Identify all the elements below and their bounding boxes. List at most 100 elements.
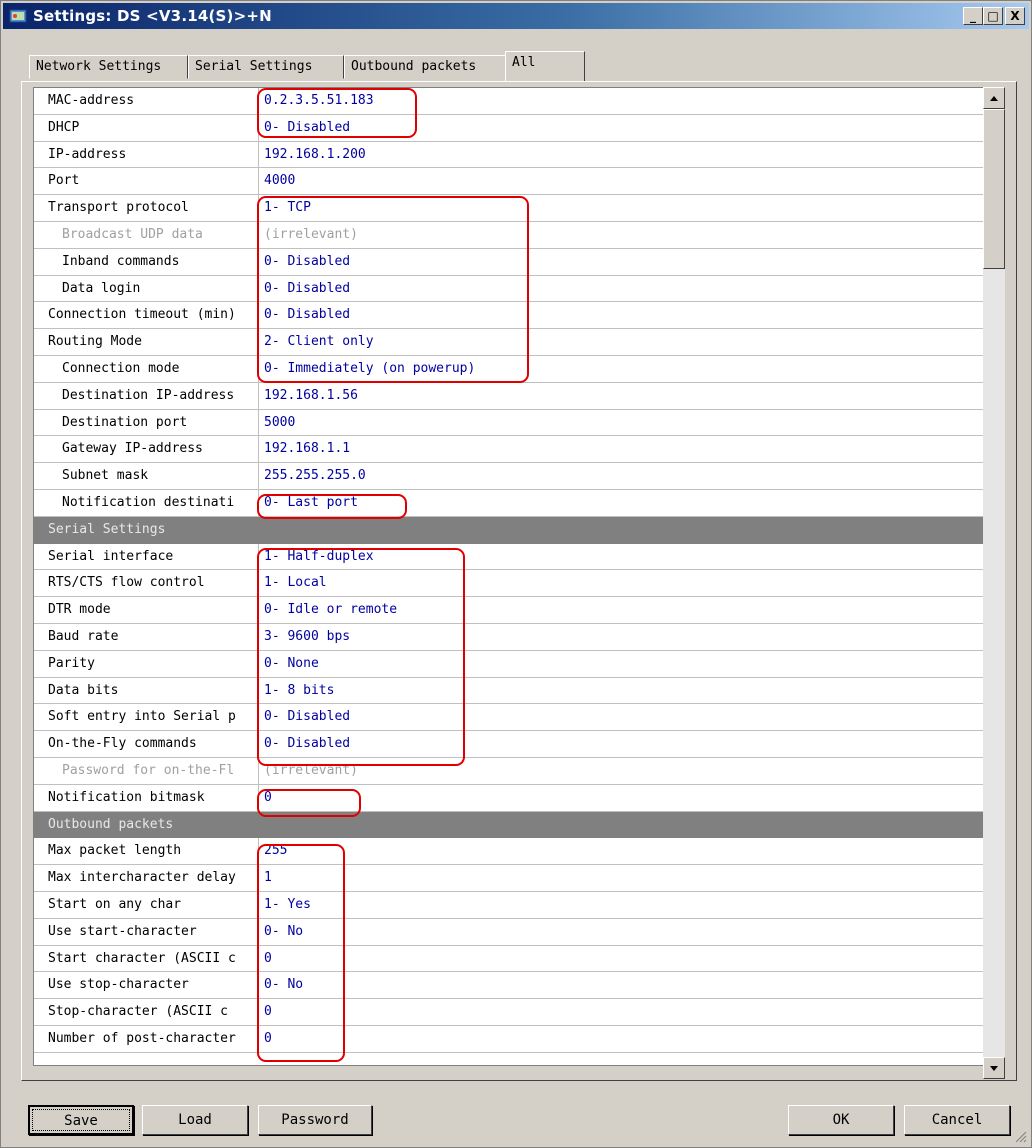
setting-row[interactable]: Start character (ASCII c0 xyxy=(34,945,984,973)
setting-row[interactable]: Notification bitmask 0 xyxy=(34,784,984,812)
save-button[interactable]: Save xyxy=(28,1105,134,1135)
setting-label: Soft entry into Serial p xyxy=(34,704,259,731)
setting-label: Number of post-character xyxy=(34,1025,259,1052)
setting-row[interactable]: Number of post-character 0 xyxy=(34,1025,984,1053)
settings-window: Settings: DS <V3.14(S)>+N _ □ X Network … xyxy=(0,0,1032,1148)
resize-grip-icon[interactable] xyxy=(1013,1129,1027,1143)
setting-row[interactable]: Destination IP-address 192.168.1.56 xyxy=(34,382,984,410)
setting-row[interactable]: Max intercharacter delay 1 xyxy=(34,865,984,892)
setting-value[interactable]: 0- Idle or remote xyxy=(260,597,984,623)
tab-all[interactable]: All xyxy=(505,51,585,81)
setting-label: DTR mode xyxy=(34,597,259,623)
setting-row[interactable]: Serial interface 1- Half-duplex xyxy=(34,543,984,571)
vertical-scrollbar[interactable] xyxy=(983,87,1005,1079)
setting-value[interactable]: 0- Last port xyxy=(260,490,984,516)
setting-value[interactable]: 1- 8 bits xyxy=(260,678,984,704)
setting-label: Notification destinati xyxy=(34,489,259,516)
setting-row[interactable]: On-the-Fly commands 0- Disabled xyxy=(34,731,984,758)
setting-row[interactable]: DHCP 0- Disabled xyxy=(34,114,984,142)
setting-value[interactable]: 0 xyxy=(260,946,984,972)
ok-button[interactable]: OK xyxy=(788,1105,894,1135)
setting-value[interactable]: 1- Yes xyxy=(260,892,984,918)
setting-row[interactable]: Data login 0- Disabled xyxy=(34,275,984,303)
minimize-button[interactable]: _ xyxy=(963,7,983,25)
maximize-button[interactable]: □ xyxy=(983,7,1003,25)
setting-row[interactable]: Password for on-the-Fl (irrelevant) xyxy=(34,757,984,785)
setting-value[interactable]: 0 xyxy=(260,999,984,1025)
setting-row[interactable]: RTS/CTS flow control 1- Local xyxy=(34,570,984,598)
cancel-button[interactable]: Cancel xyxy=(904,1105,1010,1135)
setting-label: Stop-character (ASCII c xyxy=(34,999,259,1025)
setting-value[interactable]: 255 xyxy=(260,838,984,864)
setting-value[interactable]: 0 xyxy=(260,785,984,811)
setting-value[interactable]: 0- None xyxy=(260,651,984,677)
setting-label: Subnet mask xyxy=(34,463,259,489)
setting-value[interactable]: 0- Disabled xyxy=(260,302,984,328)
setting-row[interactable]: Broadcast UDP data (irrelevant) xyxy=(34,221,984,249)
window-title: Settings: DS <V3.14(S)>+N xyxy=(33,7,272,25)
setting-value[interactable]: 0- Immediately (on powerup) xyxy=(260,356,984,382)
setting-value[interactable]: 192.168.1.1 xyxy=(260,436,984,462)
setting-value[interactable]: 0.2.3.5.51.183 xyxy=(260,88,984,114)
setting-value[interactable]: 0- No xyxy=(260,972,984,998)
setting-label: Max intercharacter delay xyxy=(34,865,259,891)
tab-outbound-packets[interactable]: Outbound packets xyxy=(344,55,507,79)
setting-value[interactable]: 192.168.1.200 xyxy=(260,142,984,168)
setting-row[interactable]: Transport protocol 1- TCP xyxy=(34,195,984,222)
setting-label: Gateway IP-address xyxy=(34,436,259,463)
tab-network-settings[interactable]: Network Settings xyxy=(29,55,188,79)
setting-value[interactable]: 255.255.255.0 xyxy=(260,463,984,489)
setting-row[interactable]: IP-address 192.168.1.200 xyxy=(34,141,984,169)
password-button[interactable]: Password xyxy=(258,1105,372,1135)
setting-value[interactable]: 4000 xyxy=(260,168,984,194)
tab-serial-settings[interactable]: Serial Settings xyxy=(188,55,344,79)
setting-row[interactable]: Max packet length 255 xyxy=(34,838,984,866)
setting-value[interactable]: 2- Client only xyxy=(260,329,984,355)
setting-row[interactable]: Baud rate 3- 9600 bps xyxy=(34,623,984,651)
scroll-down-button[interactable] xyxy=(983,1057,1005,1079)
setting-value[interactable]: 0- No xyxy=(260,919,984,945)
horizontal-scrollbar[interactable] xyxy=(33,1065,983,1080)
title-bar[interactable]: Settings: DS <V3.14(S)>+N _ □ X xyxy=(3,3,1029,29)
setting-row[interactable]: Start on any char 1- Yes xyxy=(34,891,984,919)
setting-value[interactable]: 3- 9600 bps xyxy=(260,624,984,650)
scroll-thumb[interactable] xyxy=(983,109,1005,269)
setting-value[interactable]: 0 xyxy=(260,1026,984,1052)
scroll-up-button[interactable] xyxy=(983,87,1005,109)
setting-row[interactable]: Stop-character (ASCII c0 xyxy=(34,999,984,1026)
setting-value[interactable]: 0- Disabled xyxy=(260,276,984,302)
close-button[interactable]: X xyxy=(1005,7,1025,25)
setting-row[interactable]: Parity 0- None xyxy=(34,650,984,678)
setting-label: MAC-address xyxy=(34,88,259,114)
setting-row[interactable]: Notification destinati 0- Last port xyxy=(34,489,984,517)
setting-row[interactable]: Use stop-character 0- No xyxy=(34,972,984,1000)
setting-value: (irrelevant) xyxy=(264,226,358,242)
setting-row[interactable]: Soft entry into Serial p 0- Disabled xyxy=(34,704,984,732)
setting-row[interactable]: Port 4000 xyxy=(34,168,984,196)
setting-row[interactable]: Connection timeout (min) 0- Disabled xyxy=(34,302,984,330)
setting-value[interactable]: 1 xyxy=(260,865,984,891)
load-button[interactable]: Load xyxy=(142,1105,248,1135)
setting-row[interactable]: Routing Mode 2- Client only xyxy=(34,329,984,356)
setting-row[interactable]: Inband commands 0- Disabled xyxy=(34,248,984,276)
setting-row[interactable]: Destination port 5000 xyxy=(34,409,984,437)
setting-value[interactable]: 0- Disabled xyxy=(260,249,984,275)
setting-row[interactable]: Connection mode 0- Immediately (on poweru… xyxy=(34,355,984,383)
setting-row[interactable]: MAC-address 0.2.3.5.51.183 xyxy=(34,88,984,115)
setting-value[interactable]: 192.168.1.56 xyxy=(260,383,984,409)
setting-value[interactable]: 0- Disabled xyxy=(260,115,984,141)
setting-row[interactable]: Use start-character 0- No xyxy=(34,918,984,946)
setting-row[interactable]: Subnet mask 255.255.255.0 xyxy=(34,463,984,490)
setting-value[interactable]: 1- Local xyxy=(260,570,984,596)
setting-row[interactable]: Data bits 1- 8 bits xyxy=(34,677,984,705)
setting-label: Max packet length xyxy=(34,838,259,865)
setting-value: (irrelevant) xyxy=(264,762,358,778)
settings-grid[interactable]: MAC-address 0.2.3.5.51.183 DHCP 0- Disabled… xyxy=(33,87,984,1066)
setting-value[interactable]: 0- Disabled xyxy=(260,704,984,730)
setting-value[interactable]: 1- Half-duplex xyxy=(260,544,984,570)
setting-value[interactable]: 5000 xyxy=(260,410,984,436)
setting-value[interactable]: 0- Disabled xyxy=(260,731,984,757)
setting-row[interactable]: Gateway IP-address 192.168.1.1 xyxy=(34,436,984,464)
setting-value[interactable]: 1- TCP xyxy=(260,195,984,221)
setting-row[interactable]: DTR mode 0- Idle or remote xyxy=(34,597,984,624)
